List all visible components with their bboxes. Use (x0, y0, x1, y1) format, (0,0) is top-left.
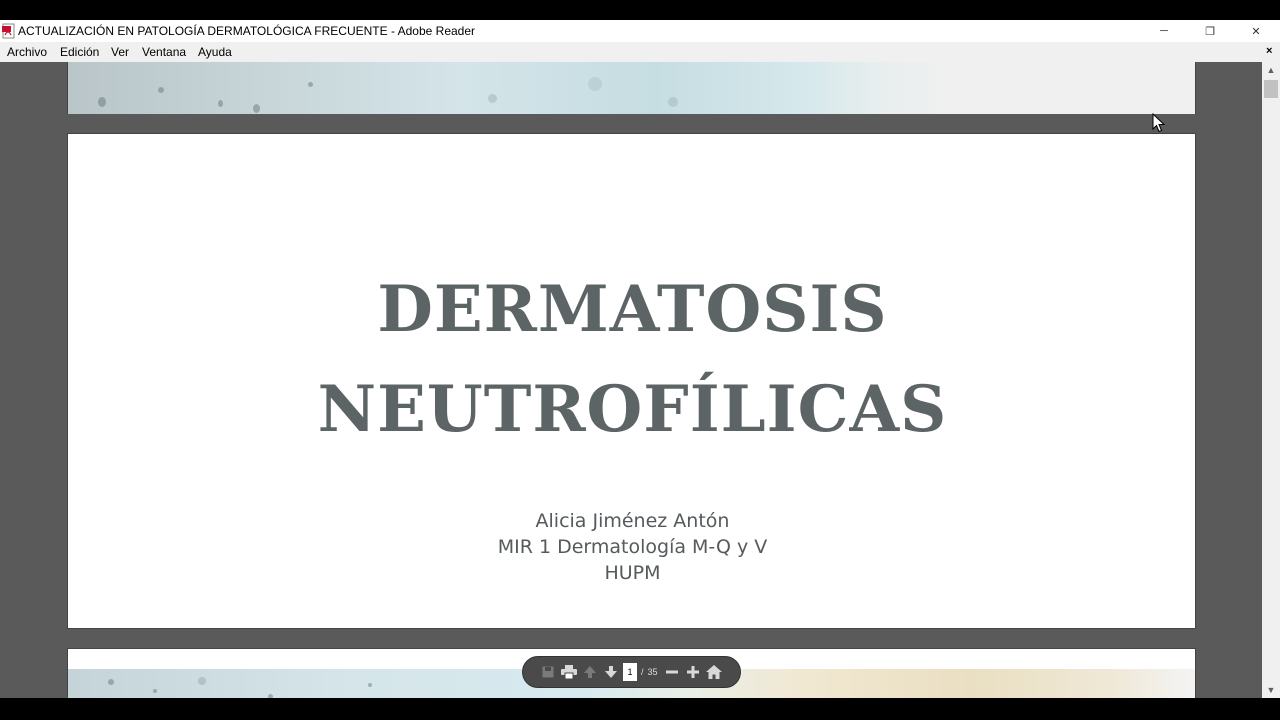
screen-bottom-border (0, 698, 1280, 720)
current-page-input[interactable]: 1 (623, 663, 637, 681)
mouse-cursor-icon (1152, 113, 1166, 133)
window-title: ACTUALIZACIÓN EN PATOLOGÍA DERMATOLÓGICA… (18, 24, 476, 38)
page-separator: / (641, 667, 644, 677)
menu-edicion[interactable]: Edición (60, 45, 99, 59)
author-name: Alicia Jiménez Antón (535, 510, 730, 532)
menubar: Archivo Edición Ver Ventana Ayuda × (0, 42, 1280, 62)
previous-page (67, 62, 1196, 114)
save-icon[interactable] (537, 662, 558, 682)
current-page: DERMATOSIS NEUTROFÍLICAS Alicia Jiménez … (67, 133, 1196, 629)
menu-ver[interactable]: Ver (111, 45, 129, 59)
document-viewer[interactable]: DERMATOSIS NEUTROFÍLICAS Alicia Jiménez … (0, 62, 1262, 698)
window-titlebar: ACTUALIZACIÓN EN PATOLOGÍA DERMATOLÓGICA… (0, 20, 1280, 42)
floating-page-toolbar: 1 / 35 (522, 656, 741, 688)
screen-top-border (0, 0, 1280, 20)
zoom-out-icon[interactable] (662, 662, 683, 682)
scroll-thumb[interactable] (1264, 80, 1278, 98)
scroll-down-arrow-icon[interactable]: ▼ (1262, 682, 1280, 698)
maximize-button[interactable]: ❐ (1187, 20, 1233, 42)
vertical-scrollbar[interactable]: ▲ ▼ (1262, 62, 1280, 698)
minimize-icon: ─ (1160, 25, 1168, 37)
menu-ventana[interactable]: Ventana (142, 45, 186, 59)
next-page-icon[interactable] (600, 662, 621, 682)
author-role: MIR 1 Dermatología M-Q y V (497, 536, 768, 558)
author-organization: HUPM (604, 562, 661, 584)
menu-archivo[interactable]: Archivo (7, 45, 47, 59)
scroll-up-arrow-icon[interactable]: ▲ (1262, 62, 1280, 78)
print-icon[interactable] (558, 662, 579, 682)
restore-icon: ❐ (1205, 25, 1215, 38)
home-icon[interactable] (704, 662, 725, 682)
total-pages: 35 (647, 667, 658, 677)
menu-ayuda[interactable]: Ayuda (198, 45, 232, 59)
previous-page-icon[interactable] (579, 662, 600, 682)
watercolor-decoration (68, 62, 1195, 114)
close-icon: ✕ (1251, 25, 1261, 38)
document-close-icon[interactable]: × (1266, 45, 1272, 57)
minimize-button[interactable]: ─ (1141, 20, 1187, 42)
zoom-in-icon[interactable] (683, 662, 704, 682)
close-button[interactable]: ✕ (1233, 20, 1279, 42)
document-title-line1: DERMATOSIS (377, 272, 888, 347)
pdf-document-icon (2, 23, 15, 39)
document-title-line2: NEUTROFÍLICAS (317, 372, 948, 447)
